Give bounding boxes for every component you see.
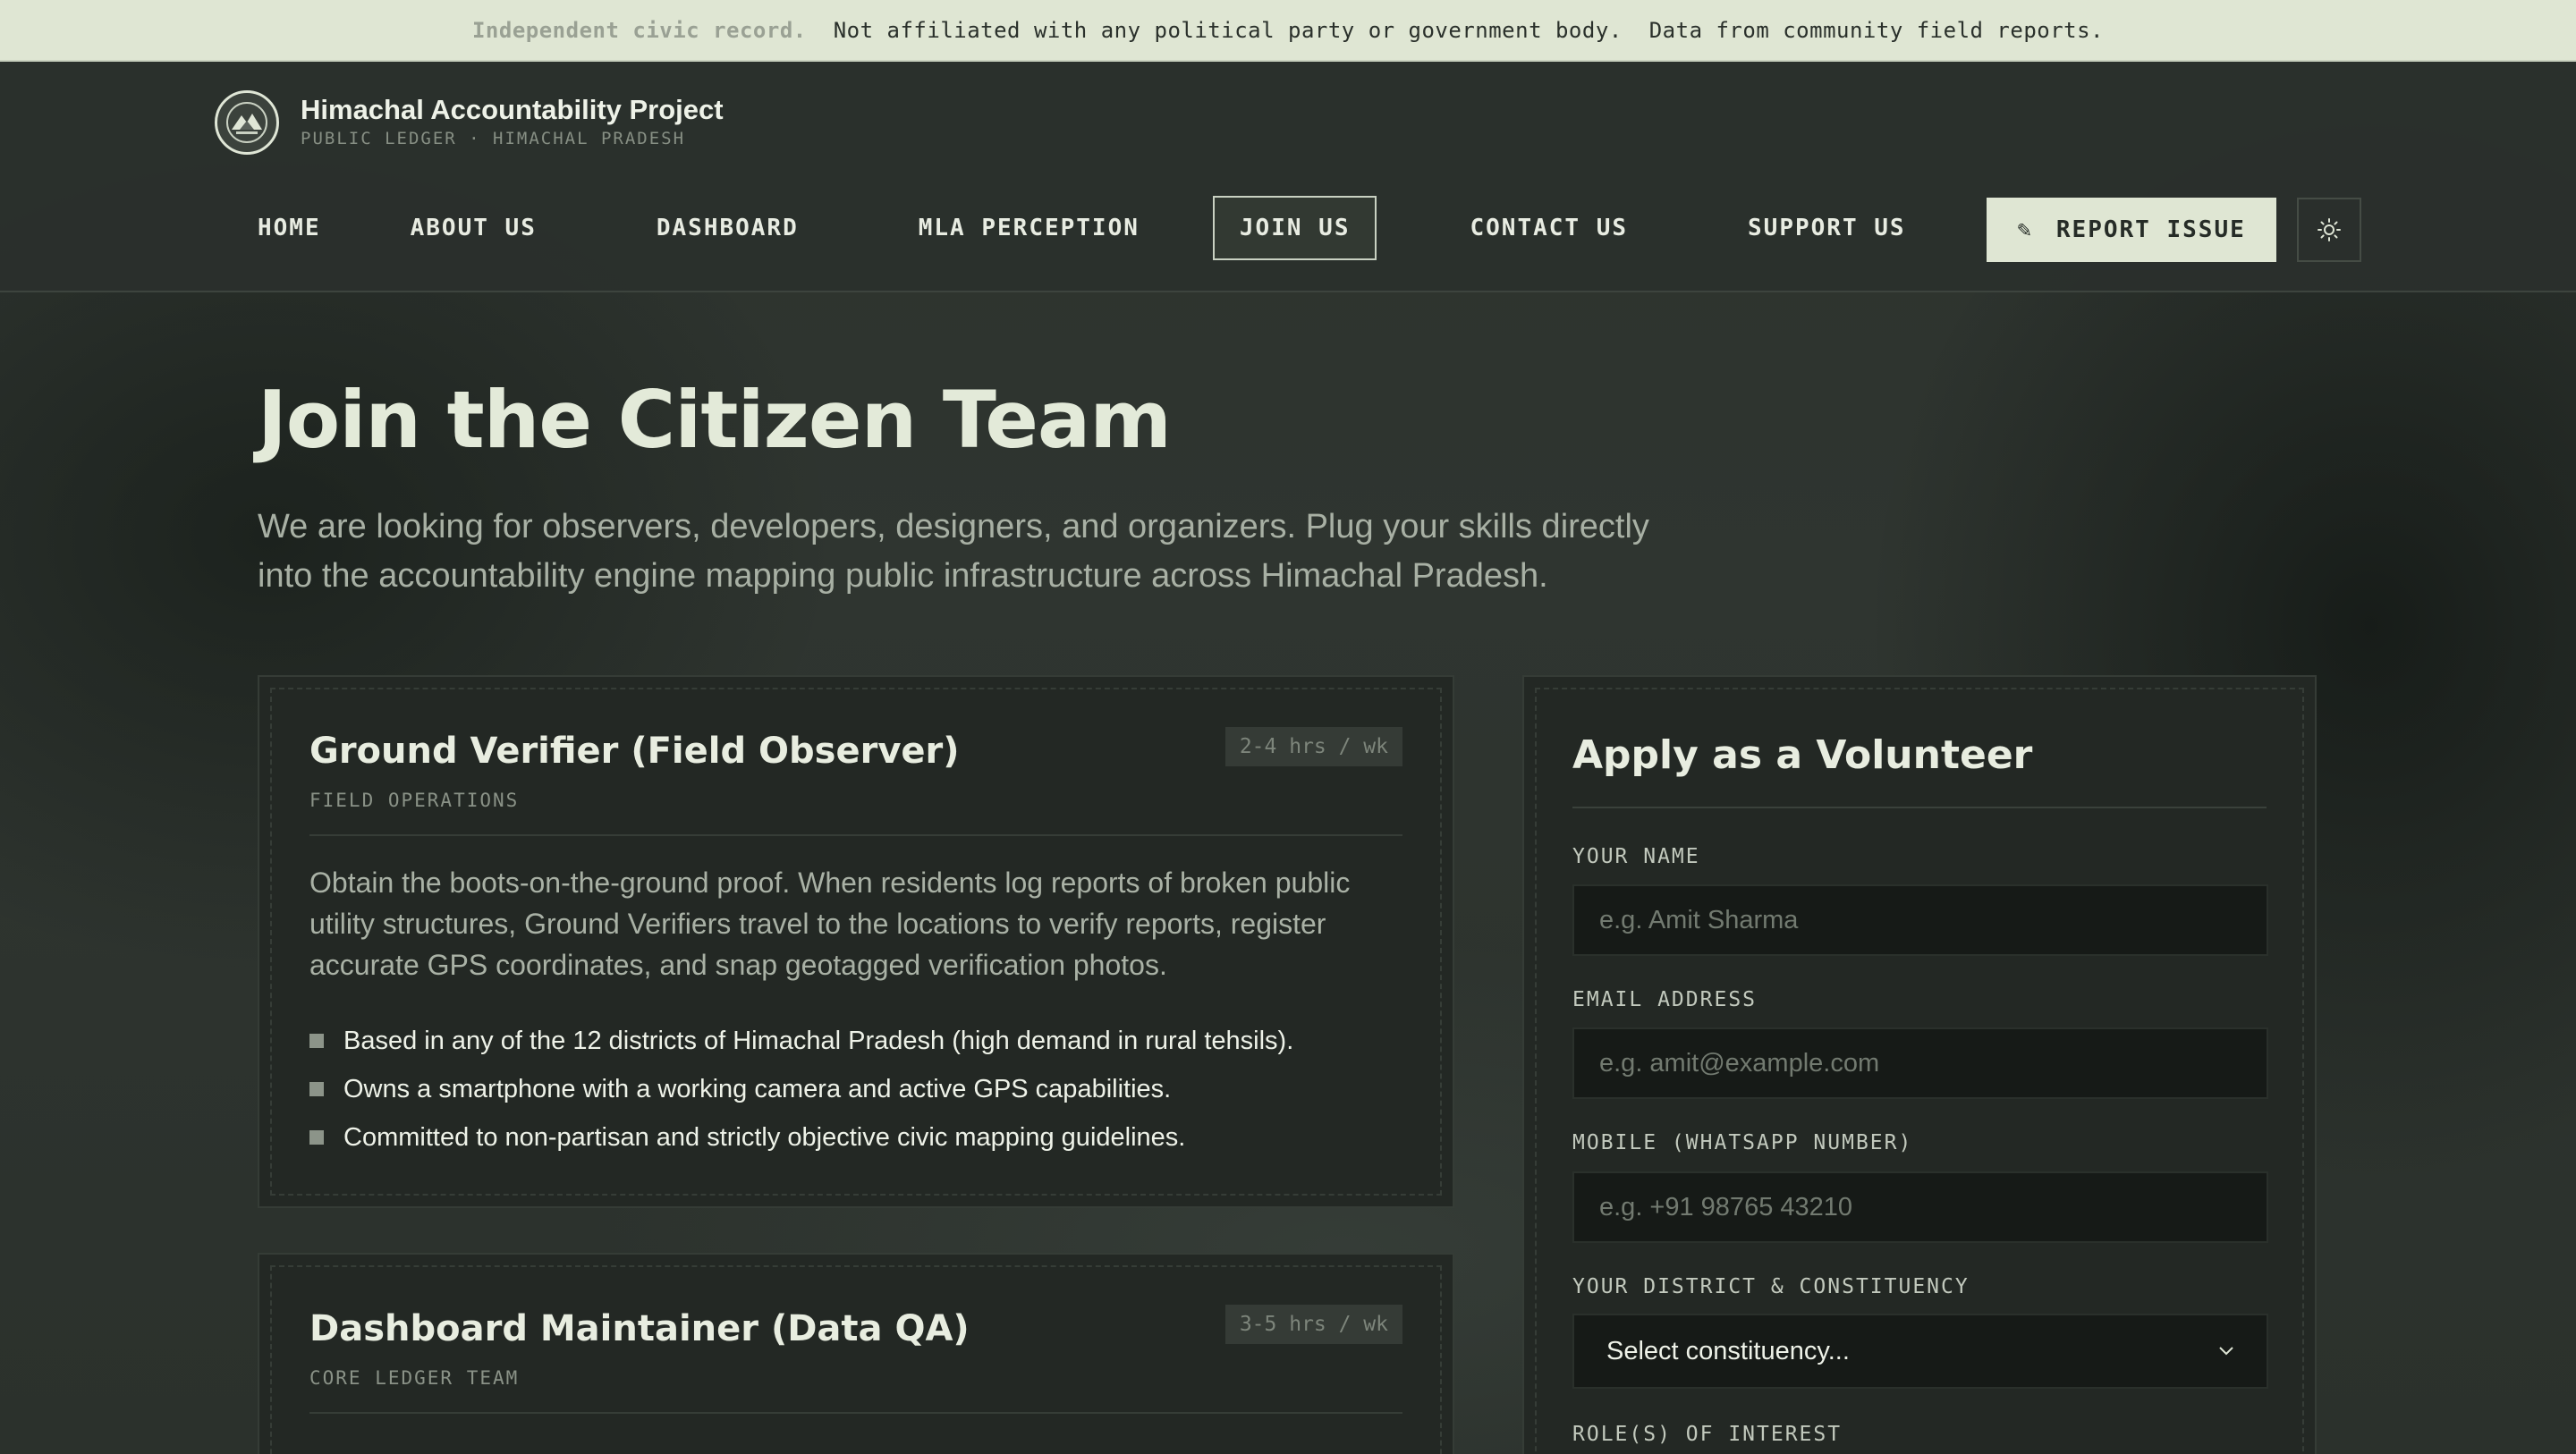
main-nav: HOME ABOUT US DASHBOARD MLA PERCEPTION J… bbox=[233, 196, 1931, 260]
square-bullet-icon bbox=[309, 1130, 324, 1145]
name-label: YOUR NAME bbox=[1572, 845, 1700, 868]
requirement-item: Based in any of the 12 districts of Hima… bbox=[309, 1017, 1293, 1065]
square-bullet-icon bbox=[309, 1034, 324, 1048]
role-title: Dashboard Maintainer (Data QA) bbox=[309, 1308, 970, 1349]
card-divider bbox=[309, 834, 1402, 836]
role-description: Obtain the boots-on-the-ground proof. Wh… bbox=[309, 866, 1351, 981]
mobile-input[interactable] bbox=[1572, 1171, 2268, 1243]
hours-badge: 2-4 hrs / wk bbox=[1224, 727, 1402, 766]
disclaimer-lead: Independent civic record. bbox=[471, 17, 807, 43]
report-issue-button[interactable]: ✎ REPORT ISSUE bbox=[1987, 198, 2276, 262]
site-header: Himachal Accountability Project PUBLIC L… bbox=[0, 62, 2576, 292]
role-category: FIELD OPERATIONS bbox=[309, 790, 520, 811]
constituency-select-value: Select constituency... bbox=[1606, 1336, 1850, 1365]
email-label: EMAIL ADDRESS bbox=[1572, 988, 1758, 1011]
nav-about-us[interactable]: ABOUT US bbox=[386, 196, 562, 260]
sun-icon bbox=[2318, 218, 2341, 241]
emblem-logo[interactable] bbox=[215, 90, 279, 155]
square-bullet-icon bbox=[309, 1082, 324, 1096]
site-subtitle: PUBLIC LEDGER · HIMACHAL PRADESH bbox=[301, 129, 686, 148]
roles-label: ROLE(S) OF INTEREST bbox=[1572, 1423, 1843, 1446]
role-title: Ground Verifier (Field Observer) bbox=[309, 731, 960, 772]
requirement-item: Owns a smartphone with a working camera … bbox=[309, 1065, 1293, 1113]
district-label: YOUR DISTRICT & CONSTITUENCY bbox=[1572, 1275, 1970, 1298]
card-divider bbox=[309, 1412, 1402, 1414]
disclaimer-text: Not affiliated with any political party … bbox=[833, 17, 1623, 43]
chevron-down-icon bbox=[2219, 1347, 2233, 1356]
theme-toggle-button[interactable] bbox=[2297, 198, 2361, 262]
requirement-text: Owns a smartphone with a working camera … bbox=[343, 1074, 1172, 1103]
pencil-icon: ✎ bbox=[2017, 216, 2033, 243]
mountain-emblem-icon bbox=[226, 102, 267, 143]
name-input[interactable] bbox=[1572, 884, 2268, 956]
nav-dashboard[interactable]: DASHBOARD bbox=[631, 196, 824, 260]
email-input[interactable] bbox=[1572, 1027, 2268, 1099]
requirements-list: Based in any of the 12 districts of Hima… bbox=[309, 1017, 1293, 1162]
report-issue-label: REPORT ISSUE bbox=[2055, 216, 2246, 243]
role-category: CORE LEDGER TEAM bbox=[309, 1367, 520, 1389]
page-intro: We are looking for observers, developers… bbox=[258, 508, 1649, 595]
role-card-ground-verifier: Ground Verifier (Field Observer) FIELD O… bbox=[258, 675, 1454, 1208]
nav-join-us[interactable]: JOIN US bbox=[1212, 196, 1377, 260]
nav-home[interactable]: HOME bbox=[233, 196, 346, 260]
hours-badge: 3-5 hrs / wk bbox=[1224, 1305, 1402, 1344]
nav-support-us[interactable]: SUPPORT US bbox=[1723, 196, 1931, 260]
volunteer-form: Apply as a Volunteer YOUR NAME EMAIL ADD… bbox=[1522, 675, 2317, 1454]
constituency-select[interactable]: Select constituency... bbox=[1572, 1314, 2268, 1389]
page-title: Join the Citizen Team bbox=[258, 374, 1172, 466]
mobile-label: MOBILE (WHATSAPP NUMBER) bbox=[1572, 1131, 1913, 1154]
form-title: Apply as a Volunteer bbox=[1572, 732, 2033, 778]
disclaimer-source: Data from community field reports. bbox=[1648, 17, 2105, 43]
site-title[interactable]: Himachal Accountability Project bbox=[301, 94, 724, 126]
form-divider bbox=[1572, 807, 2267, 808]
card-dashed-frame bbox=[270, 1265, 1442, 1454]
requirement-text: Based in any of the 12 districts of Hima… bbox=[343, 1026, 1294, 1055]
nav-mla-perception[interactable]: MLA PERCEPTION bbox=[894, 196, 1165, 260]
disclaimer-bar: Independent civic record. Not affiliated… bbox=[0, 0, 2576, 62]
role-card-dashboard-maintainer: Dashboard Maintainer (Data QA) CORE LEDG… bbox=[258, 1253, 1454, 1454]
requirement-text: Committed to non-partisan and strictly o… bbox=[343, 1122, 1186, 1152]
requirement-item: Committed to non-partisan and strictly o… bbox=[309, 1113, 1293, 1162]
nav-contact-us[interactable]: CONTACT US bbox=[1445, 196, 1653, 260]
